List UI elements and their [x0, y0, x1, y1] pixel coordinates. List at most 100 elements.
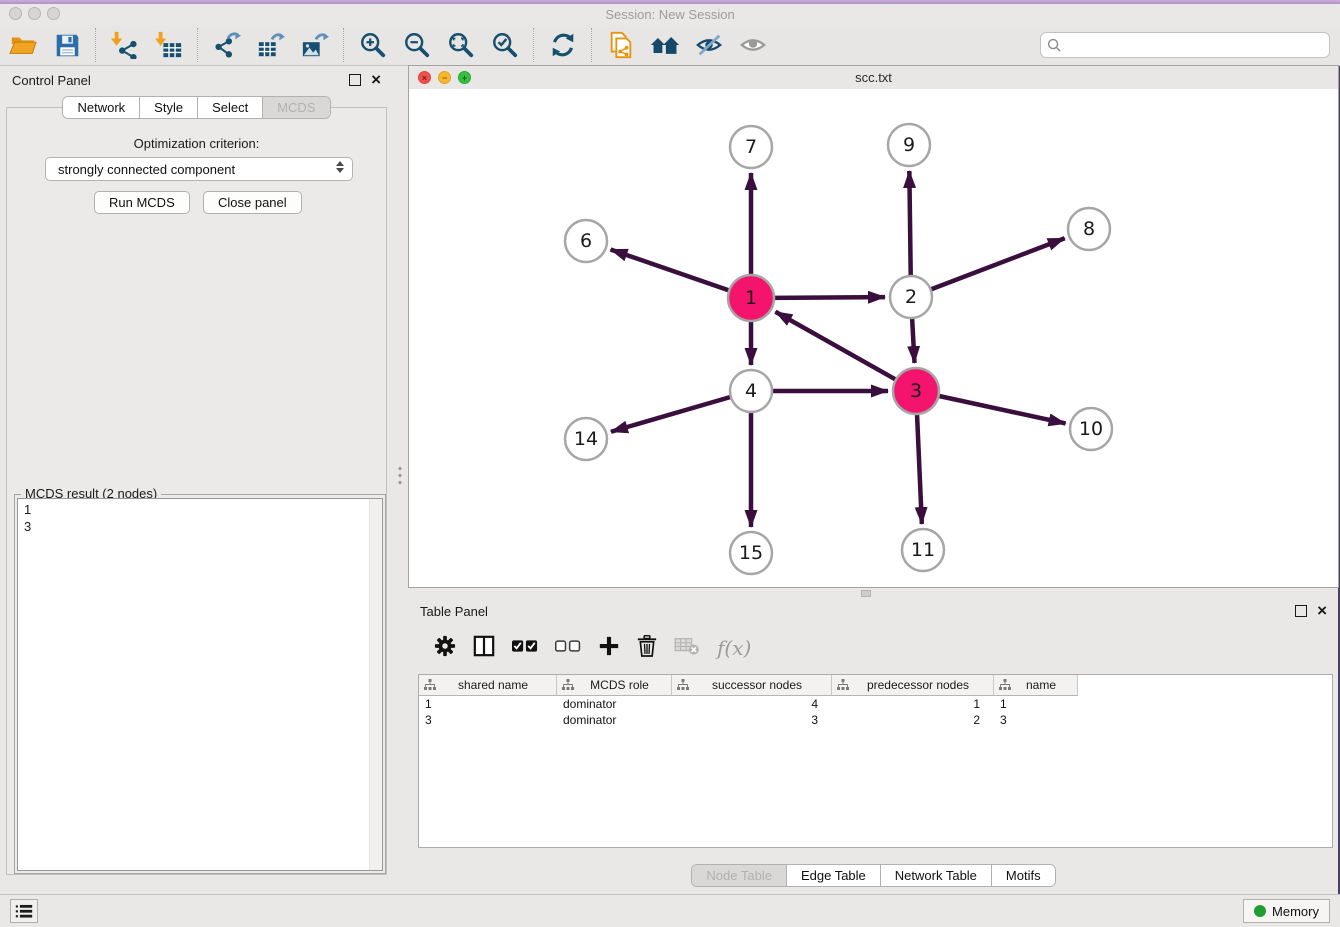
node-label: 3	[910, 380, 922, 402]
node-label: 6	[580, 230, 592, 252]
cell: dominator	[557, 712, 672, 728]
zoom-window-button[interactable]	[47, 7, 60, 20]
graph-edge-1-6[interactable]	[611, 249, 730, 290]
mcds-result-group: MCDS result (2 nodes) 13	[14, 494, 386, 874]
network-view-window: × − + scc.txt 1234678910111415	[408, 65, 1339, 588]
minimize-network-button[interactable]: −	[438, 71, 451, 84]
open-session-button[interactable]	[8, 30, 38, 60]
export-image-button[interactable]	[300, 30, 330, 60]
network-canvas[interactable]: 1 2 3 4 6 7 8 9 10 11 14 15	[409, 89, 1338, 587]
close-panel-button[interactable]: Close panel	[203, 191, 302, 214]
hide-selected-button[interactable]	[694, 30, 724, 60]
result-scrollbar[interactable]	[369, 499, 382, 870]
criterion-dropdown[interactable]: strongly connected component	[45, 157, 353, 181]
minimize-window-button[interactable]	[28, 7, 41, 20]
import-network-button[interactable]	[110, 30, 140, 60]
tab-edge-table[interactable]: Edge Table	[786, 865, 880, 886]
search-input[interactable]	[1040, 32, 1330, 58]
graph-edge-2-3[interactable]	[912, 318, 914, 363]
show-all-button[interactable]	[738, 30, 768, 60]
cell: dominator	[557, 696, 672, 712]
save-session-button[interactable]	[52, 30, 82, 60]
graph-node-11[interactable]: 11	[902, 529, 944, 571]
cell: 3	[419, 712, 557, 728]
toolbar-separator	[591, 28, 593, 62]
run-mcds-button[interactable]: Run MCDS	[94, 191, 190, 214]
table-row[interactable]: 1dominator411	[419, 696, 1332, 712]
graph-edge-3-1[interactable]	[775, 312, 896, 380]
table-row[interactable]: 3dominator323	[419, 712, 1332, 728]
graph-node-4[interactable]: 4	[730, 370, 772, 412]
close-window-button[interactable]	[9, 7, 22, 20]
node-table[interactable]: shared nameMCDS rolesuccessor nodesprede…	[418, 674, 1333, 848]
export-image-icon	[301, 31, 329, 59]
float-table-panel-icon[interactable]	[1295, 605, 1307, 617]
column-header-MCDS-role[interactable]: MCDS role	[557, 675, 672, 696]
close-table-panel-icon[interactable]: ×	[1317, 606, 1327, 616]
add-row-button[interactable]	[598, 635, 620, 662]
import-table-button[interactable]	[154, 30, 184, 60]
graph-node-7[interactable]: 7	[730, 126, 772, 168]
zoom-fit-button[interactable]	[446, 30, 476, 60]
tab-style[interactable]: Style	[139, 97, 197, 118]
tab-node-table[interactable]: Node Table	[692, 865, 786, 886]
task-history-button[interactable]	[10, 899, 38, 923]
toolbar-separator	[95, 28, 97, 62]
table-settings-button[interactable]	[434, 635, 456, 662]
graph-edge-1-2[interactable]	[774, 297, 885, 298]
graph-edge-2-8[interactable]	[931, 238, 1065, 289]
column-header-predecessor-nodes[interactable]: predecessor nodes	[832, 675, 994, 696]
export-table-button[interactable]	[256, 30, 286, 60]
graph-node-6[interactable]: 6	[565, 220, 607, 262]
tab-select[interactable]: Select	[197, 97, 262, 118]
apply-function-button[interactable]: f(x)	[717, 636, 751, 660]
show-columns-button[interactable]	[473, 635, 495, 662]
home-layout-button[interactable]	[650, 30, 680, 60]
mcds-result-text[interactable]: 13	[17, 498, 383, 871]
select-all-button[interactable]	[512, 637, 538, 660]
memory-status-icon	[1254, 905, 1266, 917]
horizontal-splitter[interactable]	[408, 588, 1339, 596]
clone-network-button[interactable]	[606, 30, 636, 60]
graph-node-15[interactable]: 15	[730, 532, 772, 574]
close-panel-icon[interactable]: ×	[371, 75, 381, 85]
graph-node-14[interactable]: 14	[565, 418, 607, 460]
graph-node-1[interactable]: 1	[728, 275, 774, 321]
graph-node-2[interactable]: 2	[890, 276, 932, 318]
column-header-successor-nodes[interactable]: successor nodes	[672, 675, 832, 696]
graph-node-9[interactable]: 9	[888, 124, 930, 166]
tab-network[interactable]: Network	[63, 97, 139, 118]
import-table-icon	[155, 31, 183, 59]
vertical-splitter[interactable]	[393, 65, 408, 894]
refresh-layout-button[interactable]	[548, 30, 578, 60]
float-panel-icon[interactable]	[349, 74, 361, 86]
window-controls[interactable]	[9, 7, 60, 20]
hierarchy-icon	[837, 679, 849, 691]
criterion-value: strongly connected component	[58, 162, 235, 177]
close-network-button[interactable]: ×	[418, 71, 431, 84]
delete-table-button[interactable]	[674, 636, 700, 661]
trash-icon	[637, 635, 657, 657]
memory-button[interactable]: Memory	[1243, 899, 1330, 923]
graph-edge-3-11[interactable]	[917, 414, 922, 524]
column-header-name[interactable]: name	[994, 675, 1078, 696]
tab-mcds[interactable]: MCDS	[262, 97, 329, 118]
deselect-all-button[interactable]	[555, 637, 581, 660]
maximize-network-button[interactable]: +	[458, 71, 471, 84]
export-network-button[interactable]	[212, 30, 242, 60]
graph-edge-3-10[interactable]	[938, 396, 1065, 424]
graph-node-8[interactable]: 8	[1068, 208, 1110, 250]
zoom-fit-icon	[447, 31, 475, 59]
column-header-shared-name[interactable]: shared name	[419, 675, 557, 696]
graph-node-10[interactable]: 10	[1070, 408, 1112, 450]
zoom-selected-button[interactable]	[490, 30, 520, 60]
graph-edge-4-14[interactable]	[611, 397, 731, 432]
delete-rows-button[interactable]	[637, 635, 657, 662]
tab-network-table[interactable]: Network Table	[880, 865, 991, 886]
hierarchy-icon	[999, 679, 1011, 691]
zoom-in-button[interactable]	[358, 30, 388, 60]
tab-motifs[interactable]: Motifs	[991, 865, 1055, 886]
graph-node-3[interactable]: 3	[893, 368, 939, 414]
graph-edge-2-9[interactable]	[909, 171, 910, 276]
zoom-out-button[interactable]	[402, 30, 432, 60]
